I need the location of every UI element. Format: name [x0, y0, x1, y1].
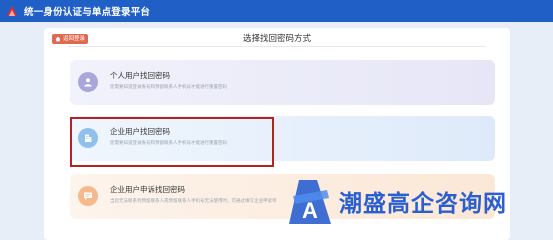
selection-highlight: [70, 117, 274, 167]
app-title: 统一身份认证与单点登录平台: [24, 7, 151, 18]
watermark-text: 潮盛高企咨询网: [339, 190, 507, 217]
card-description: 您需要知道登录账号和预留联系人手机号才能进行重置密码: [110, 84, 227, 89]
top-bar: 统一身份认证与单点登录平台: [0, 0, 553, 22]
page-title: 选择找回密码方式: [242, 33, 311, 43]
card-title: 企业用户申诉找回密码: [110, 185, 185, 194]
watermark-logo-letter: A: [302, 198, 318, 223]
card-title: 个人用户找回密码: [110, 71, 170, 80]
title-divider: [68, 46, 486, 47]
watermark-logo-icon: A: [287, 176, 333, 228]
emblem-logo-icon: [6, 5, 18, 17]
user-icon: [78, 72, 98, 92]
chat-bubble-icon: [78, 186, 98, 206]
personal-reset-option[interactable]: 个人用户找回密码 您需要知道登录账号和预留联系人手机号才能进行重置密码: [70, 60, 495, 105]
card-description: 当您无法联系到预留联系人或预留联系人手机号无法使用时，可通过填写企业申诉单: [110, 198, 277, 203]
watermark: A 潮盛高企咨询网: [287, 176, 553, 228]
